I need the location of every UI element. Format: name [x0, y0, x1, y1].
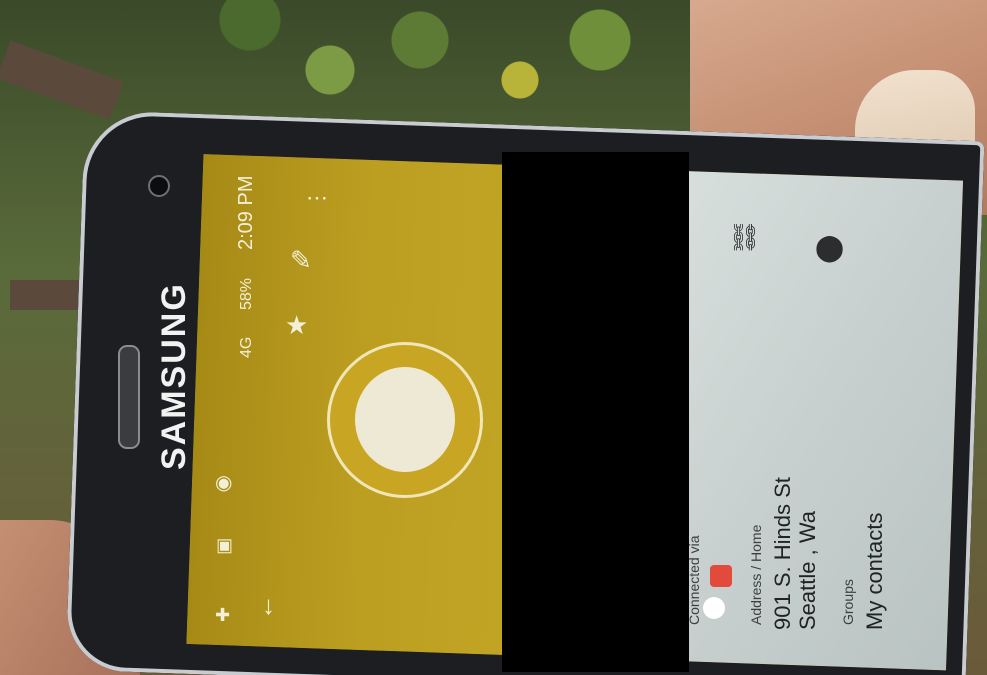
notification-icon: ▣	[216, 535, 234, 555]
address-label: Address / Home	[748, 524, 764, 625]
cloud-icon	[710, 565, 732, 587]
location-pin-icon[interactable]: ⬤	[815, 232, 844, 263]
groups-label: Groups	[840, 579, 856, 625]
avatar-face-icon	[355, 367, 455, 472]
redaction-block	[502, 152, 689, 672]
status-network: 4G	[238, 336, 255, 358]
star-icon[interactable]: ★	[285, 310, 308, 341]
groups-value[interactable]: My contacts	[862, 513, 888, 630]
photo: 2:09 PM 58% 4G ◉ ▣ ✚ SAMSUNG ↓ ★ ✎ ⋯ ⛓ ⬤…	[0, 0, 987, 675]
wifi-icon: ◉	[215, 472, 233, 494]
google-icon	[703, 597, 725, 619]
connected-via-label: Connected via	[686, 535, 702, 625]
more-vertical-icon[interactable]: ⋯	[306, 185, 328, 211]
contact-avatar	[327, 342, 483, 498]
pencil-icon[interactable]: ✎	[290, 245, 312, 276]
address-line2[interactable]: Seattle , Wa	[795, 511, 821, 630]
status-time: 2:09 PM	[235, 175, 257, 250]
address-line1[interactable]: 901 S. Hinds St	[770, 477, 796, 630]
link-icon[interactable]: ⛓	[728, 222, 761, 253]
arrow-down-icon[interactable]: ↓	[262, 590, 275, 621]
status-battery: 58%	[238, 277, 255, 310]
add-icon: ✚	[215, 605, 231, 625]
front-camera	[148, 175, 170, 197]
earpiece-speaker	[118, 345, 140, 449]
device-brand: SAMSUNG	[155, 282, 193, 470]
